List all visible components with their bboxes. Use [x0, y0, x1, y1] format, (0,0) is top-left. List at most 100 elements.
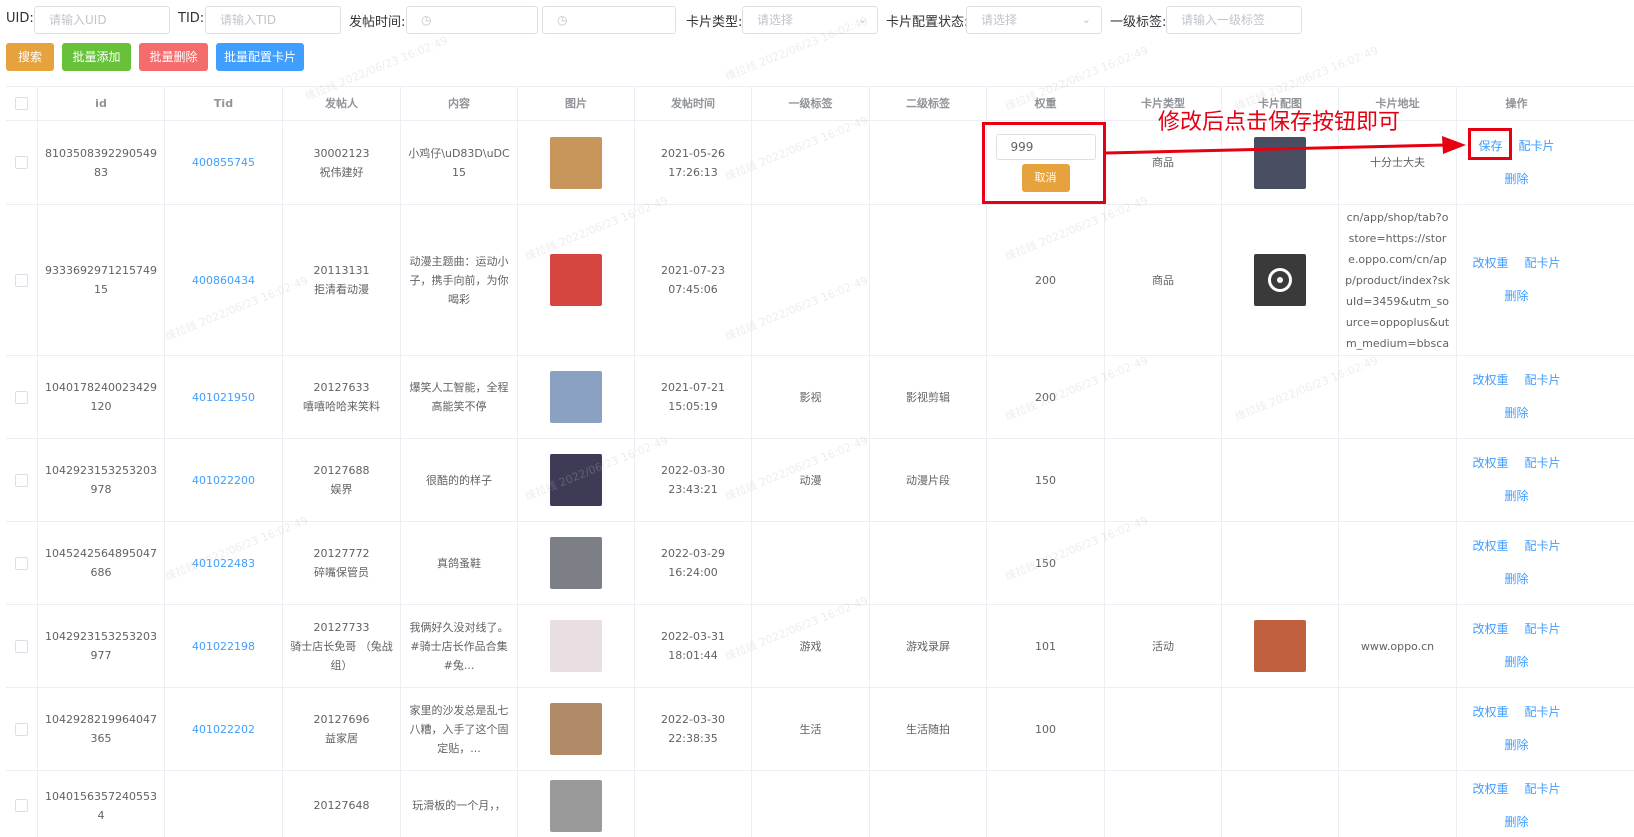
- image-cell: [518, 121, 635, 204]
- post-id: 1045242564895047686: [45, 547, 157, 579]
- weight-value: 200: [1035, 273, 1056, 287]
- tag2-cell: [870, 771, 987, 837]
- header-cell: 内容: [401, 87, 518, 120]
- batch-add-button[interactable]: 批量添加: [62, 43, 131, 71]
- post-id: 933369297121574915: [45, 264, 157, 296]
- change-weight-button[interactable]: 改权重: [1472, 254, 1508, 273]
- delete-button[interactable]: 删除: [1504, 655, 1528, 669]
- delete-button[interactable]: 删除: [1504, 289, 1528, 303]
- post-thumbnail[interactable]: [550, 254, 602, 306]
- config-card-button[interactable]: 配卡片: [1525, 254, 1561, 273]
- row-checkbox[interactable]: [15, 156, 28, 169]
- posttime-end-input[interactable]: ◷: [542, 6, 676, 34]
- row-checkbox-cell: [6, 121, 38, 204]
- tag1-cell: 生活: [752, 688, 870, 770]
- tid-link[interactable]: 401022200: [192, 471, 255, 490]
- cardtype-select[interactable]: 请选择 ⌄: [742, 6, 878, 34]
- post-thumbnail[interactable]: [550, 454, 602, 506]
- config-card-button[interactable]: 配卡片: [1525, 537, 1561, 556]
- row-checkbox[interactable]: [15, 639, 28, 653]
- weight-cell: 100: [987, 688, 1105, 770]
- change-weight-button[interactable]: 改权重: [1472, 620, 1508, 639]
- time-cell: 2022-03-30 23:43:21: [635, 439, 752, 521]
- select-all-checkbox[interactable]: [15, 97, 28, 110]
- tid-link[interactable]: 401021950: [192, 388, 255, 407]
- row-checkbox[interactable]: [15, 722, 28, 736]
- delete-button[interactable]: 删除: [1504, 489, 1528, 503]
- config-card-button[interactable]: 配卡片: [1525, 454, 1561, 473]
- card-image: [1254, 620, 1306, 672]
- tid-link[interactable]: 400860434: [192, 271, 255, 290]
- tag2-cell: 影视剪辑: [870, 356, 987, 438]
- card-url-cell: https://www.oppo.cn/app/shop/tab?ostore=…: [1339, 205, 1457, 355]
- tag2-cell: 动漫片段: [870, 439, 987, 521]
- poster-cell: 20127633 嘻嘻哈哈来笑料: [283, 356, 401, 438]
- tid-link[interactable]: 401022202: [192, 720, 255, 739]
- post-content: 我俩好久没对线了。#骑士店长作品合集 #兔...: [409, 620, 509, 672]
- tid-cell: 400860434: [165, 205, 283, 355]
- poster-cell: 20127733 骑士店长免哥 （兔战组）: [283, 605, 401, 687]
- content-cell: 很酷的的样子: [401, 439, 518, 521]
- change-weight-button[interactable]: 改权重: [1472, 703, 1508, 722]
- table-row: 1042928219964047365 401022202 20127696 益家居 家…: [6, 688, 1634, 771]
- card-url-cell: [1339, 771, 1457, 837]
- post-thumbnail[interactable]: [550, 136, 602, 189]
- change-weight-button[interactable]: 改权重: [1472, 537, 1508, 556]
- row-checkbox[interactable]: [15, 473, 28, 487]
- delete-button[interactable]: 删除: [1504, 172, 1528, 186]
- card-type-cell: 商品: [1105, 205, 1222, 355]
- config-card-button[interactable]: 配卡片: [1525, 620, 1561, 639]
- id-cell: 933369297121574915: [38, 205, 165, 355]
- config-card-button[interactable]: 配卡片: [1525, 780, 1561, 799]
- post-thumbnail[interactable]: [550, 620, 602, 672]
- tid-link[interactable]: 400855745: [192, 153, 255, 172]
- batch-config-card-button[interactable]: 批量配置卡片: [216, 43, 304, 71]
- tid-link[interactable]: 401022198: [192, 637, 255, 656]
- config-card-button[interactable]: 配卡片: [1525, 371, 1561, 390]
- change-weight-button[interactable]: 改权重: [1472, 780, 1508, 799]
- row-checkbox[interactable]: [15, 390, 28, 404]
- change-weight-button[interactable]: 改权重: [1472, 454, 1508, 473]
- post-thumbnail[interactable]: [550, 537, 602, 589]
- id-cell: 1040156357240553 4: [38, 771, 165, 837]
- content-cell: 真鸽蚤鞋: [401, 522, 518, 604]
- cardstatus-select[interactable]: 请选择 ⌄: [966, 6, 1102, 34]
- row-checkbox[interactable]: [15, 273, 28, 287]
- edit-highlight-box: [982, 122, 1106, 204]
- table-row: 1045242564895047686 401022483 20127772 碎嘴保管…: [6, 522, 1634, 605]
- config-card-button[interactable]: 配卡片: [1525, 703, 1561, 722]
- poster-id: 30002123: [313, 146, 370, 160]
- tag1-value: 游戏: [799, 639, 822, 653]
- poster-id: 20127733: [313, 620, 370, 634]
- search-button[interactable]: 搜索: [6, 43, 54, 71]
- batch-delete-button[interactable]: 批量删除: [139, 43, 208, 71]
- change-weight-button[interactable]: 改权重: [1472, 371, 1508, 390]
- config-card-button[interactable]: 配卡片: [1519, 137, 1555, 156]
- post-thumbnail[interactable]: [550, 371, 602, 423]
- weight-cell: [987, 771, 1105, 837]
- post-content: 爆笑人工智能，全程高能笑不停: [409, 381, 509, 413]
- card-image-cell: [1222, 688, 1339, 770]
- weight-value: 150: [1035, 473, 1056, 487]
- tag1-input[interactable]: 请输入一级标签: [1166, 6, 1302, 34]
- row-checkbox[interactable]: [15, 556, 28, 570]
- poster-name: 益家居: [325, 732, 358, 745]
- post-thumbnail[interactable]: [550, 779, 602, 832]
- tid-input[interactable]: 请输入TID: [205, 6, 341, 34]
- delete-button[interactable]: 删除: [1504, 406, 1528, 420]
- id-cell: 1040178240023429120: [38, 356, 165, 438]
- delete-button[interactable]: 删除: [1504, 738, 1528, 752]
- delete-button[interactable]: 删除: [1504, 815, 1528, 829]
- tid-link[interactable]: 401022483: [192, 554, 255, 573]
- posttime-start-input[interactable]: ◷: [406, 6, 538, 34]
- card-url-value: www.oppo.cn: [1360, 639, 1435, 653]
- delete-button[interactable]: 删除: [1504, 572, 1528, 586]
- post-thumbnail[interactable]: [550, 703, 602, 755]
- poster-name: 娱界: [330, 483, 353, 496]
- tag2-value: 影视剪辑: [906, 390, 950, 404]
- table-row: 1040178240023429120 401021950 20127633 嘻嘻哈哈…: [6, 356, 1634, 439]
- uid-input[interactable]: 请输入UID: [34, 6, 170, 34]
- image-cell: [518, 605, 635, 687]
- row-checkbox[interactable]: [15, 799, 28, 812]
- content-cell: 玩滑板的一个月，，: [401, 771, 518, 837]
